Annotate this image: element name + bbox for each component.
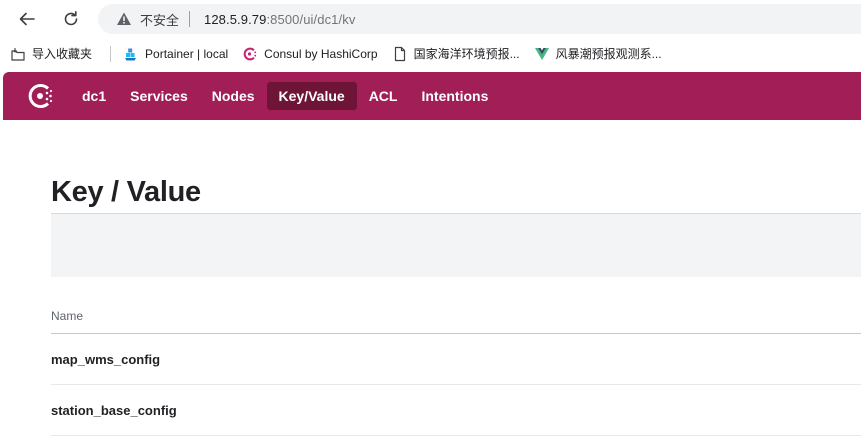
bookmark-label: Portainer | local [145,46,229,61]
url-path: :8500/ui/dc1/kv [266,11,356,27]
nav-item-intentions[interactable]: Intentions [409,82,500,110]
bookmark-storm-surge[interactable]: 风暴潮预报观测系... [534,42,662,66]
bookmark-ocean-forecast[interactable]: 国家海洋环境预报... [392,42,520,66]
column-header-name[interactable]: Name [51,309,83,323]
bookmark-label: 导入收藏夹 [32,47,93,61]
vue-logo-icon [534,46,550,62]
bookmark-portainer[interactable]: Portainer | local [123,42,228,66]
filter-bar [51,214,861,277]
bookmark-label: Consul by HashiCorp [264,46,378,61]
import-bookmarks-icon [10,46,26,62]
nav-item-services[interactable]: Services [118,82,200,110]
datacenter-selector[interactable]: dc1 [70,82,118,110]
consul-logo[interactable] [26,81,56,111]
nav-item-key-value[interactable]: Key/Value [266,82,357,110]
consul-icon [242,46,258,62]
portainer-icon [123,46,139,62]
kv-key-name[interactable]: map_wms_config [51,352,160,367]
nav-menu: dc1 Services Nodes Key/Value ACL Intenti… [70,82,500,110]
table-row[interactable]: station_base_config [51,385,861,436]
nav-item-nodes[interactable]: Nodes [200,82,267,110]
table-row[interactable]: map_wms_config [51,334,861,385]
bookmark-label: 风暴潮预报观测系... [555,47,662,61]
arrow-left-icon [19,12,35,26]
main-content: Key / Value Name map_wms_config station_… [3,120,861,445]
omnibox-divider [189,11,191,27]
consul-logo-icon [28,84,53,108]
warning-triangle-icon[interactable] [116,11,132,27]
address-bar[interactable]: 不安全 128.5.9.79:8500/ui/dc1/kv [98,4,861,34]
consul-navbar: dc1 Services Nodes Key/Value ACL Intenti… [3,72,861,120]
reload-icon [64,11,78,26]
back-button[interactable] [14,7,40,31]
bookmarks-bar: 导入收藏夹 Portainer | local Consul by HashiC… [0,38,861,69]
url-host: 128.5.9.79 [204,11,267,27]
page-title: Key / Value [51,176,201,208]
bookmark-label: 国家海洋环境预报... [413,47,520,61]
document-icon [392,46,408,62]
url-text[interactable]: 128.5.9.79:8500/ui/dc1/kv [204,12,355,27]
bookmarks-divider [110,45,112,62]
browser-toolbar: 不安全 128.5.9.79:8500/ui/dc1/kv [0,0,861,38]
reload-button[interactable] [58,7,84,31]
bookmark-consul[interactable]: Consul by HashiCorp [242,42,378,66]
security-status-label[interactable]: 不安全 [140,10,179,29]
kv-key-name[interactable]: station_base_config [51,403,177,418]
bookmark-import[interactable]: 导入收藏夹 [10,42,92,66]
nav-item-acl[interactable]: ACL [357,82,410,110]
